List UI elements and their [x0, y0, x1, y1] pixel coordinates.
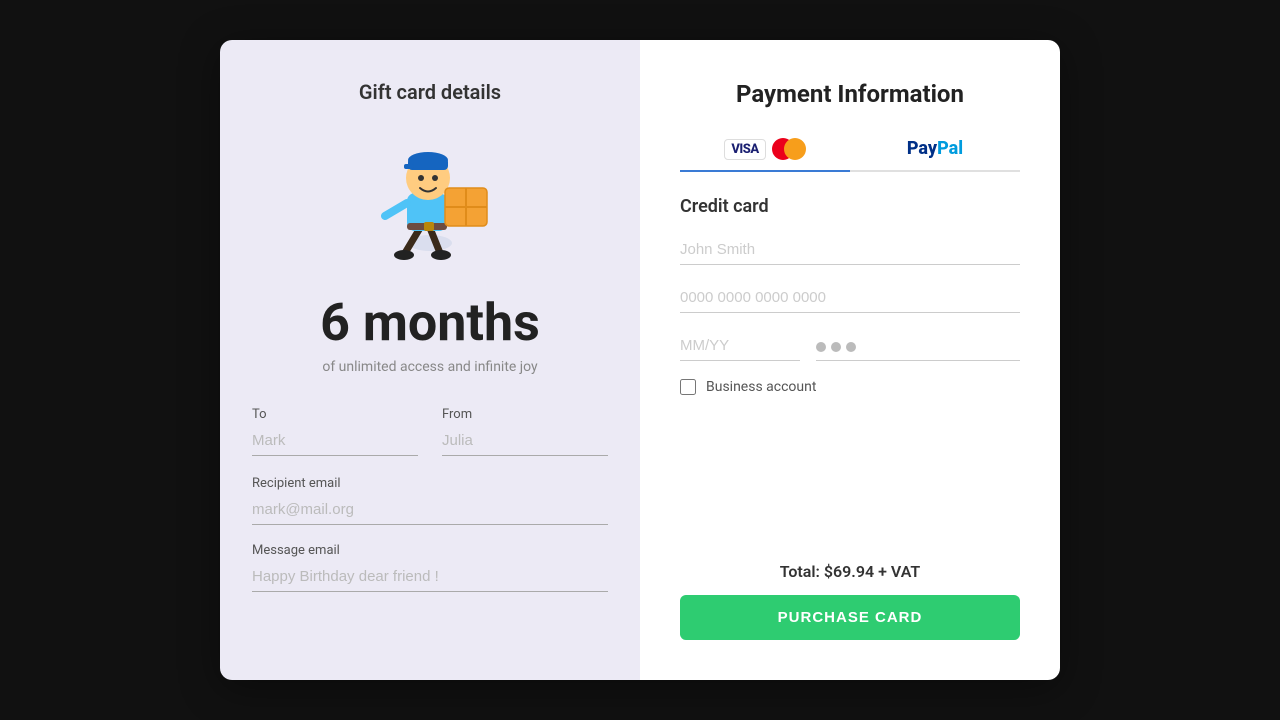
to-label: To — [252, 407, 418, 422]
expiry-cvv-row — [680, 331, 1020, 361]
business-account-row: Business account — [680, 379, 1020, 395]
credit-card-icons: VISA — [680, 138, 850, 160]
from-input[interactable] — [442, 428, 608, 456]
right-panel: Payment Information VISA PayPal Credit c… — [640, 40, 1060, 680]
to-group: To — [252, 407, 418, 456]
left-panel: Gift card details — [220, 40, 640, 680]
cardholder-name-input[interactable] — [680, 235, 1020, 265]
business-account-checkbox[interactable] — [680, 379, 696, 395]
expiry-input[interactable] — [680, 331, 800, 361]
payment-title: Payment Information — [680, 80, 1020, 108]
recipient-email-label: Recipient email — [252, 476, 608, 491]
from-group: From — [442, 407, 608, 456]
left-panel-title: Gift card details — [359, 80, 501, 104]
message-group: Message email — [252, 543, 608, 592]
business-account-label: Business account — [706, 379, 816, 395]
recipient-email-input[interactable] — [252, 497, 608, 525]
message-input[interactable] — [252, 564, 608, 592]
tab-paypal[interactable]: PayPal — [850, 128, 1020, 170]
card-container: Gift card details — [220, 40, 1060, 680]
tab-credit-card[interactable]: VISA — [680, 128, 850, 170]
cvv-dot-1 — [816, 342, 826, 352]
cvv-dots — [816, 342, 1020, 361]
payment-tabs: VISA PayPal — [680, 128, 1020, 172]
delivery-illustration — [350, 128, 510, 268]
duration-text: 6 months — [320, 292, 540, 353]
from-label: From — [442, 407, 608, 422]
to-input[interactable] — [252, 428, 418, 456]
purchase-button[interactable]: PURCHASE CARD — [680, 595, 1020, 640]
cvv-dot-3 — [846, 342, 856, 352]
total-text: Total: $69.94 + VAT — [680, 562, 1020, 581]
duration-subtitle: of unlimited access and infinite joy — [322, 359, 537, 375]
visa-logo: VISA — [724, 139, 765, 160]
mastercard-logo — [772, 138, 806, 160]
recipient-email-group: Recipient email — [252, 476, 608, 525]
card-number-input[interactable] — [680, 283, 1020, 313]
paypal-logo: PayPal — [850, 138, 1020, 159]
message-label: Message email — [252, 543, 608, 558]
to-from-row: To From — [252, 407, 608, 456]
cvv-dot-2 — [831, 342, 841, 352]
total-section: Total: $69.94 + VAT PURCHASE CARD — [680, 562, 1020, 640]
credit-card-title: Credit card — [680, 196, 1020, 217]
